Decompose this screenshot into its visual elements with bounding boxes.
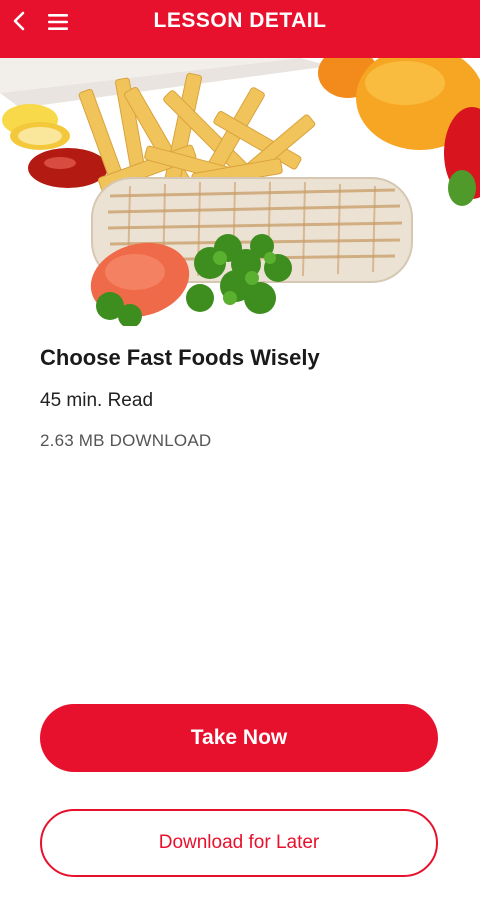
download-for-later-button[interactable]: Download for Later	[40, 809, 438, 877]
app-header: LESSON DETAIL	[0, 0, 480, 58]
lesson-hero-image	[0, 58, 480, 326]
page-title: LESSON DETAIL	[153, 9, 327, 32]
take-now-button[interactable]: Take Now	[40, 704, 438, 772]
lesson-duration: 45 min. Read	[40, 390, 154, 411]
lesson-download-size: 2.63 MB DOWNLOAD	[40, 431, 212, 450]
lesson-title: Choose Fast Foods Wisely	[40, 345, 320, 370]
